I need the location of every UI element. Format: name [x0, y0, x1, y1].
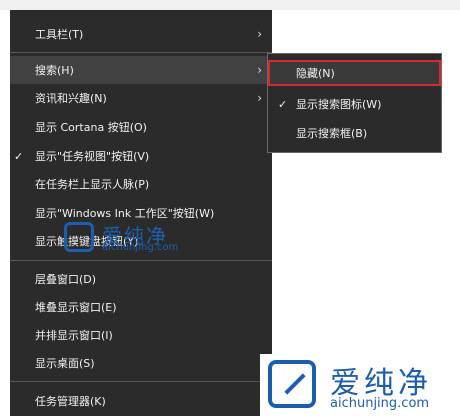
menu-item-label: 工具栏(T) [35, 28, 84, 41]
menu-item-task-manager[interactable]: 任务管理器(K) [10, 387, 272, 415]
menu-item-show-cortana[interactable]: 显示 Cortana 按钮(O) [10, 113, 272, 141]
watermark-url: aichunjing.com [330, 396, 430, 411]
menu-separator [10, 260, 272, 261]
menu-item-label: 资讯和兴趣(N) [35, 92, 107, 105]
search-submenu: 隐藏(N) ✓ 显示搜索图标(W) 显示搜索框(B) [267, 53, 442, 153]
menu-item-news-interests[interactable]: 资讯和兴趣(N) › [10, 84, 272, 112]
window-top-strip [0, 0, 460, 10]
submenu-item-show-search-icon[interactable]: ✓ 显示搜索图标(W) [268, 91, 441, 117]
menu-item-touch-keyboard[interactable]: 显示触摸键盘按钮(Y) [10, 227, 272, 255]
submenu-item-label: 隐藏(N) [296, 67, 335, 80]
submenu-item-show-search-box[interactable]: 显示搜索框(B) [268, 120, 441, 146]
submenu-item-hide[interactable]: 隐藏(N) [268, 60, 441, 86]
submenu-item-label: 显示搜索框(B) [296, 127, 368, 140]
chevron-right-icon: › [257, 27, 262, 41]
menu-item-windows-ink[interactable]: 显示"Windows Ink 工作区"按钮(W) [10, 199, 272, 227]
checkmark-icon: ✓ [278, 97, 288, 111]
menu-separator [10, 52, 272, 53]
menu-item-side-by-side[interactable]: 并排显示窗口(I) [10, 321, 272, 349]
menu-item-label: 并排显示窗口(I) [35, 329, 113, 342]
taskbar-context-menu: 工具栏(T) › 搜索(H) › 资讯和兴趣(N) › 显示 Cortana 按… [10, 10, 272, 416]
chevron-right-icon: › [257, 91, 262, 105]
menu-item-label: 在任务栏上显示人脉(P) [35, 178, 150, 191]
menu-item-label: 显示 Cortana 按钮(O) [35, 121, 147, 134]
watermark-logo-icon [268, 360, 316, 408]
menu-item-label: 显示触摸键盘按钮(Y) [35, 235, 139, 248]
menu-item-label: 层叠窗口(D) [35, 273, 97, 286]
menu-item-label: 显示桌面(S) [35, 357, 95, 370]
watermark-large: 爱纯净 aichunjing.com [260, 354, 460, 416]
menu-item-show-desktop[interactable]: 显示桌面(S) [10, 349, 272, 377]
menu-item-label: 任务管理器(K) [35, 395, 106, 408]
menu-separator [10, 381, 272, 382]
menu-item-toolbars[interactable]: 工具栏(T) › [10, 20, 272, 48]
menu-item-show-people[interactable]: 在任务栏上显示人脉(P) [10, 170, 272, 198]
menu-item-label: 显示"任务视图"按钮(V) [35, 150, 150, 163]
chevron-right-icon: › [257, 63, 262, 77]
menu-item-show-task-view[interactable]: ✓ 显示"任务视图"按钮(V) [10, 142, 272, 170]
submenu-item-label: 显示搜索图标(W) [296, 98, 382, 111]
menu-item-stack[interactable]: 堆叠显示窗口(E) [10, 293, 272, 321]
menu-item-label: 显示"Windows Ink 工作区"按钮(W) [35, 207, 215, 220]
menu-item-cascade[interactable]: 层叠窗口(D) [10, 265, 272, 293]
menu-item-label: 堆叠显示窗口(E) [35, 301, 117, 314]
menu-item-search[interactable]: 搜索(H) › [10, 56, 272, 84]
checkmark-icon: ✓ [14, 149, 24, 163]
menu-item-label: 搜索(H) [35, 64, 74, 77]
